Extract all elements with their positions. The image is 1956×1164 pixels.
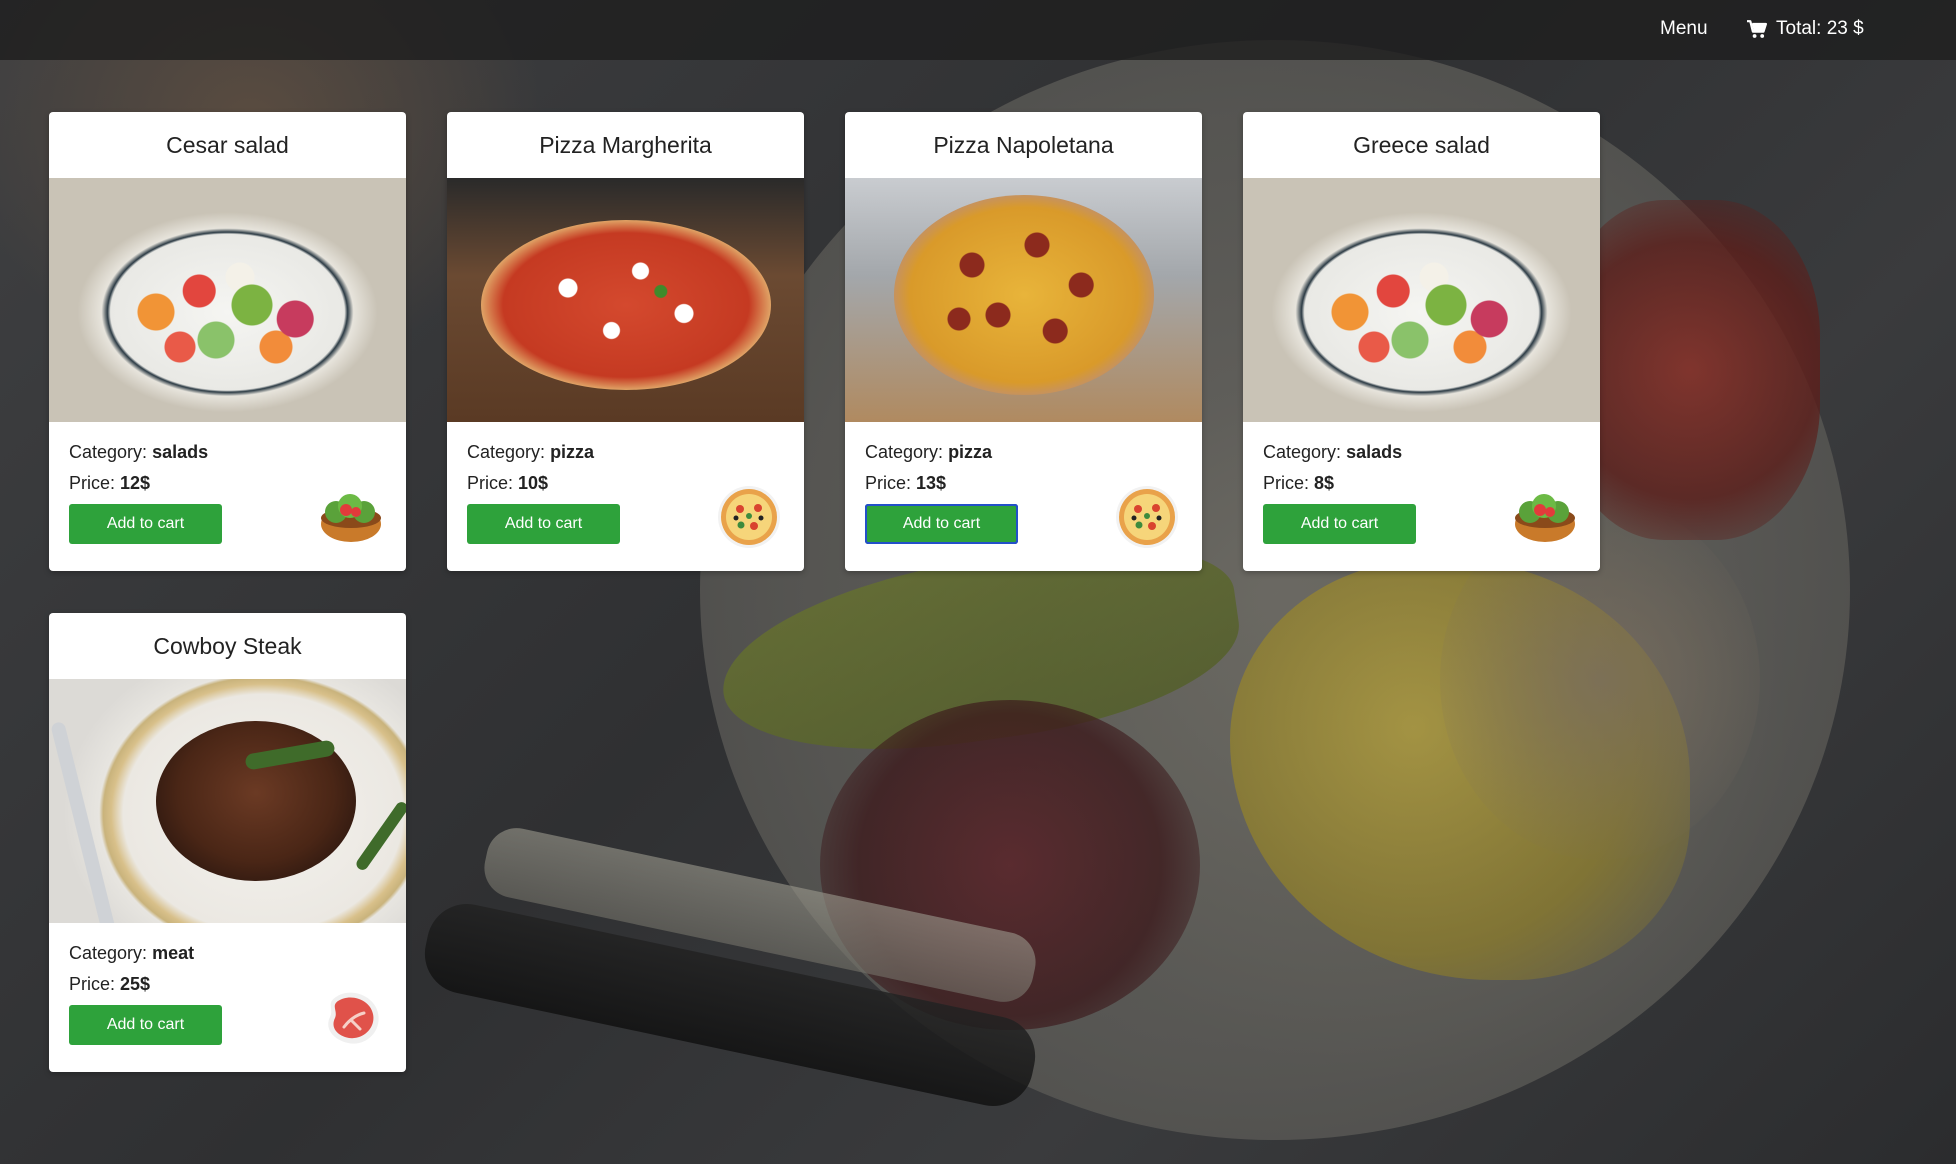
product-title: Pizza Margherita <box>539 132 712 158</box>
product-category: Category: salads <box>69 442 209 462</box>
product-image <box>845 178 1202 422</box>
product-card: Cesar salad Category: salads Price: 12$ … <box>49 112 406 571</box>
product-card: Cowboy Steak Category: meat Price: 25$ A… <box>49 613 406 1072</box>
add-to-cart-button[interactable]: Add to cart <box>69 504 222 544</box>
add-to-cart-button[interactable]: Add to cart <box>865 504 1018 544</box>
background-knife-handle <box>478 822 1042 1008</box>
product-title: Greece salad <box>1353 132 1490 158</box>
product-category: Category: pizza <box>865 442 993 462</box>
salad-bowl-icon <box>1515 494 1575 542</box>
product-title: Cowboy Steak <box>153 633 302 659</box>
background-corn <box>1230 560 1690 980</box>
steak-icon <box>328 992 379 1044</box>
product-image <box>49 679 406 923</box>
product-image <box>49 178 406 422</box>
background-beans <box>820 700 1200 1030</box>
pizza-icon <box>718 486 780 548</box>
cart-total-text: Total: 23 $ <box>1776 18 1864 39</box>
background-fork-handle <box>417 896 1043 1114</box>
product-card: Greece salad Category: salads Price: 8$ … <box>1243 112 1600 571</box>
pizza-icon <box>1116 486 1178 548</box>
cart-total-link[interactable]: Total: 23 $ <box>1747 18 1864 40</box>
product-card: Pizza Margherita Category: pizza Price: … <box>447 112 804 571</box>
add-to-cart-button[interactable]: Add to cart <box>467 504 620 544</box>
product-category: Category: salads <box>1263 442 1403 462</box>
add-to-cart-button[interactable]: Add to cart <box>1263 504 1416 544</box>
product-card: Pizza Napoletana Category: pizza Price: … <box>845 112 1202 571</box>
top-navigation-bar: Menu Total: 23 $ <box>0 0 1956 60</box>
product-title: Cesar salad <box>166 132 289 158</box>
salad-bowl-icon <box>321 494 381 542</box>
product-category: Category: meat <box>69 943 195 963</box>
product-category: Category: pizza <box>467 442 595 462</box>
product-title: Pizza Napoletana <box>933 132 1114 158</box>
product-image <box>447 178 804 422</box>
add-to-cart-button[interactable]: Add to cart <box>69 1005 222 1045</box>
menu-link[interactable]: Menu <box>1660 18 1708 40</box>
product-image <box>1243 178 1600 422</box>
shopping-cart-icon <box>1747 19 1767 38</box>
